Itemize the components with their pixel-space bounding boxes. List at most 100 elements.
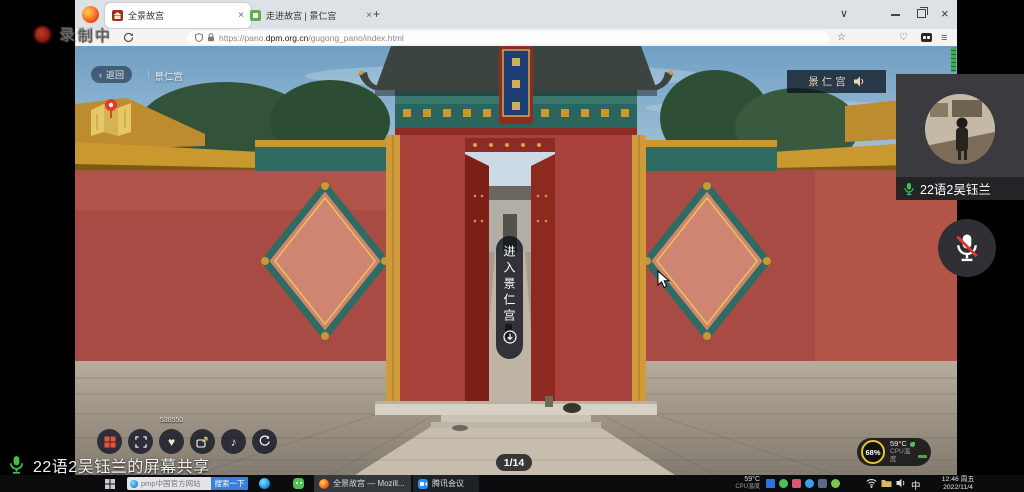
- tab-bar: 全景故宫 × 走进故宫 | 景仁宫 × + ∨ ×: [75, 0, 957, 29]
- wechat-icon[interactable]: [293, 478, 304, 489]
- record-dot-icon: [33, 25, 52, 44]
- breadcrumb: | 景仁宫: [147, 69, 183, 83]
- screen-share-banner: 22语2吴钰兰的屏幕共享: [8, 453, 210, 477]
- ime-indicator[interactable]: 中: [911, 478, 921, 492]
- cpu-temp-label: CPU温度: [890, 448, 915, 464]
- tencent-meeting-icon: [418, 479, 428, 489]
- search-suggestion-text: pmp中国官方网站: [141, 478, 211, 489]
- browser-window: 全景故宫 × 走进故宫 | 景仁宫 × + ∨ × https://pano.d…: [75, 0, 957, 475]
- menu-hamburger-icon[interactable]: ≡: [941, 32, 947, 44]
- mute-toggle-button[interactable]: [938, 219, 996, 277]
- green-favicon: [250, 10, 261, 21]
- taskbar-meeting-window[interactable]: 腾讯会议: [413, 475, 479, 492]
- taskbar-search-box[interactable]: pmp中国官方网站 搜索一下: [127, 477, 248, 490]
- reload-icon[interactable]: [123, 32, 134, 43]
- fullscreen-icon: [135, 436, 147, 448]
- location-label: 景仁宫: [154, 69, 183, 83]
- tray-temp-monitor[interactable]: 59°C CPU温度: [734, 476, 760, 491]
- enter-label: 进入景仁宫: [501, 245, 518, 325]
- tray-temp-label: CPU温度: [734, 484, 760, 492]
- url-field[interactable]: https://pano.dpm.org.cn/gugong_pano/inde…: [187, 31, 829, 44]
- restore-button[interactable]: [917, 9, 926, 18]
- cpu-temp-value: 59°C: [890, 440, 907, 448]
- participant-name-bar: 22语2吴钰兰: [896, 177, 1024, 200]
- breadcrumb-divider: |: [147, 69, 149, 83]
- bookmark-star-icon[interactable]: ☆: [837, 32, 846, 43]
- folder-icon[interactable]: [881, 478, 892, 488]
- audio-guide-button[interactable]: 景仁宫: [787, 70, 886, 93]
- edge-icon[interactable]: [259, 478, 270, 489]
- tray-wechat-icon[interactable]: [779, 479, 788, 488]
- leaf-icon: [910, 442, 915, 447]
- tab-list-chevron-icon[interactable]: ∨: [840, 7, 848, 20]
- start-button[interactable]: [105, 479, 115, 489]
- page-indicator: 1/14: [496, 454, 532, 471]
- screen: 全景故宫 × 走进故宫 | 景仁宫 × + ∨ × https://pano.d…: [0, 0, 1024, 492]
- share-banner-text: 22语2吴钰兰的屏幕共享: [33, 453, 210, 477]
- system-tray: [766, 479, 840, 488]
- lock-icon: [207, 33, 215, 42]
- mouse-cursor: [657, 270, 671, 290]
- meeting-window-title: 腾讯会议: [432, 478, 464, 489]
- tab-pano-gugong[interactable]: 全景故宫 ×: [105, 3, 251, 28]
- mic-on-icon: [903, 182, 915, 196]
- music-note-icon: ♪: [231, 435, 237, 449]
- like-button[interactable]: ♥: [159, 429, 184, 454]
- audio-location-label: 景仁宫: [808, 74, 849, 89]
- minimize-button[interactable]: [891, 14, 900, 16]
- mic-on-icon: [8, 455, 25, 475]
- search-engine-icon: [130, 480, 138, 488]
- share-button[interactable]: [190, 429, 215, 454]
- tab-zoujin-gugong[interactable]: 走进故宫 | 景仁宫 ×: [243, 3, 379, 28]
- close-window-button[interactable]: ×: [941, 6, 949, 21]
- auto-rotate-button[interactable]: [252, 429, 277, 454]
- performance-widget: 68% 59°C CPU温度: [857, 438, 931, 466]
- search-go-button[interactable]: 搜索一下: [211, 477, 248, 490]
- taskbar-clock[interactable]: 12:46 周五 2022/11/4: [926, 476, 990, 491]
- wifi-icon[interactable]: [866, 478, 877, 488]
- enter-jingrengong-button[interactable]: 进入景仁宫: [496, 236, 523, 359]
- tray-security-icon[interactable]: [831, 479, 840, 488]
- tray-app-gray-icon[interactable]: [818, 479, 827, 488]
- taskbar-firefox-window[interactable]: 全景故宫 — Mozill...: [314, 475, 411, 492]
- music-button[interactable]: ♪: [221, 429, 246, 454]
- participant-tile[interactable]: 22语2吴钰兰: [896, 74, 1024, 200]
- speaker-icon[interactable]: [896, 478, 907, 488]
- recording-indicator: 录制中: [33, 24, 111, 45]
- grid-icon: [104, 436, 116, 448]
- map-button[interactable]: [87, 94, 135, 140]
- tray-qq-icon[interactable]: [805, 479, 814, 488]
- pano-toolbar: ♥ ♪: [97, 429, 277, 454]
- enter-arrow-icon: [503, 330, 517, 344]
- address-bar: https://pano.dpm.org.cn/gugong_pano/inde…: [75, 29, 957, 47]
- mic-muted-icon: [954, 233, 980, 263]
- like-count: 538550: [155, 417, 188, 424]
- tray-app-pink-icon[interactable]: [792, 479, 801, 488]
- participant-avatar: [925, 94, 995, 164]
- back-label: 返回: [106, 68, 124, 81]
- fullscreen-button[interactable]: [128, 429, 153, 454]
- new-tab-button[interactable]: +: [373, 7, 380, 21]
- palace-museum-favicon: [112, 10, 123, 21]
- rotate-icon: [258, 435, 271, 448]
- speaker-icon: [854, 76, 865, 87]
- recording-label: 录制中: [60, 24, 111, 45]
- page-scrollbar[interactable]: [951, 47, 956, 72]
- grid-view-button[interactable]: [97, 429, 122, 454]
- firefox-icon: [319, 479, 329, 489]
- clock-date: 2022/11/4: [926, 484, 990, 492]
- back-button[interactable]: ‹ 返回: [91, 66, 132, 83]
- participant-name: 22语2吴钰兰: [920, 179, 991, 198]
- heart-icon[interactable]: ♡: [899, 32, 908, 43]
- firefox-logo-icon: [82, 6, 99, 23]
- taskbar: pmp中国官方网站 搜索一下 全景故宫 — Mozill... 腾讯会议 59°…: [0, 475, 1024, 492]
- tab-close-icon[interactable]: ×: [366, 11, 372, 21]
- extension-icon[interactable]: [921, 33, 932, 42]
- tray-app-blue-icon[interactable]: [766, 479, 775, 488]
- heart-icon: ♥: [168, 435, 175, 449]
- firefox-window-title: 全景故宫 — Mozill...: [333, 478, 405, 489]
- page-content: ‹ 返回 | 景仁宫 景仁宫: [75, 46, 957, 475]
- tab-title: 全景故宫: [128, 9, 233, 22]
- tab-title: 走进故宫 | 景仁宫: [266, 9, 361, 22]
- shield-icon[interactable]: [195, 33, 203, 42]
